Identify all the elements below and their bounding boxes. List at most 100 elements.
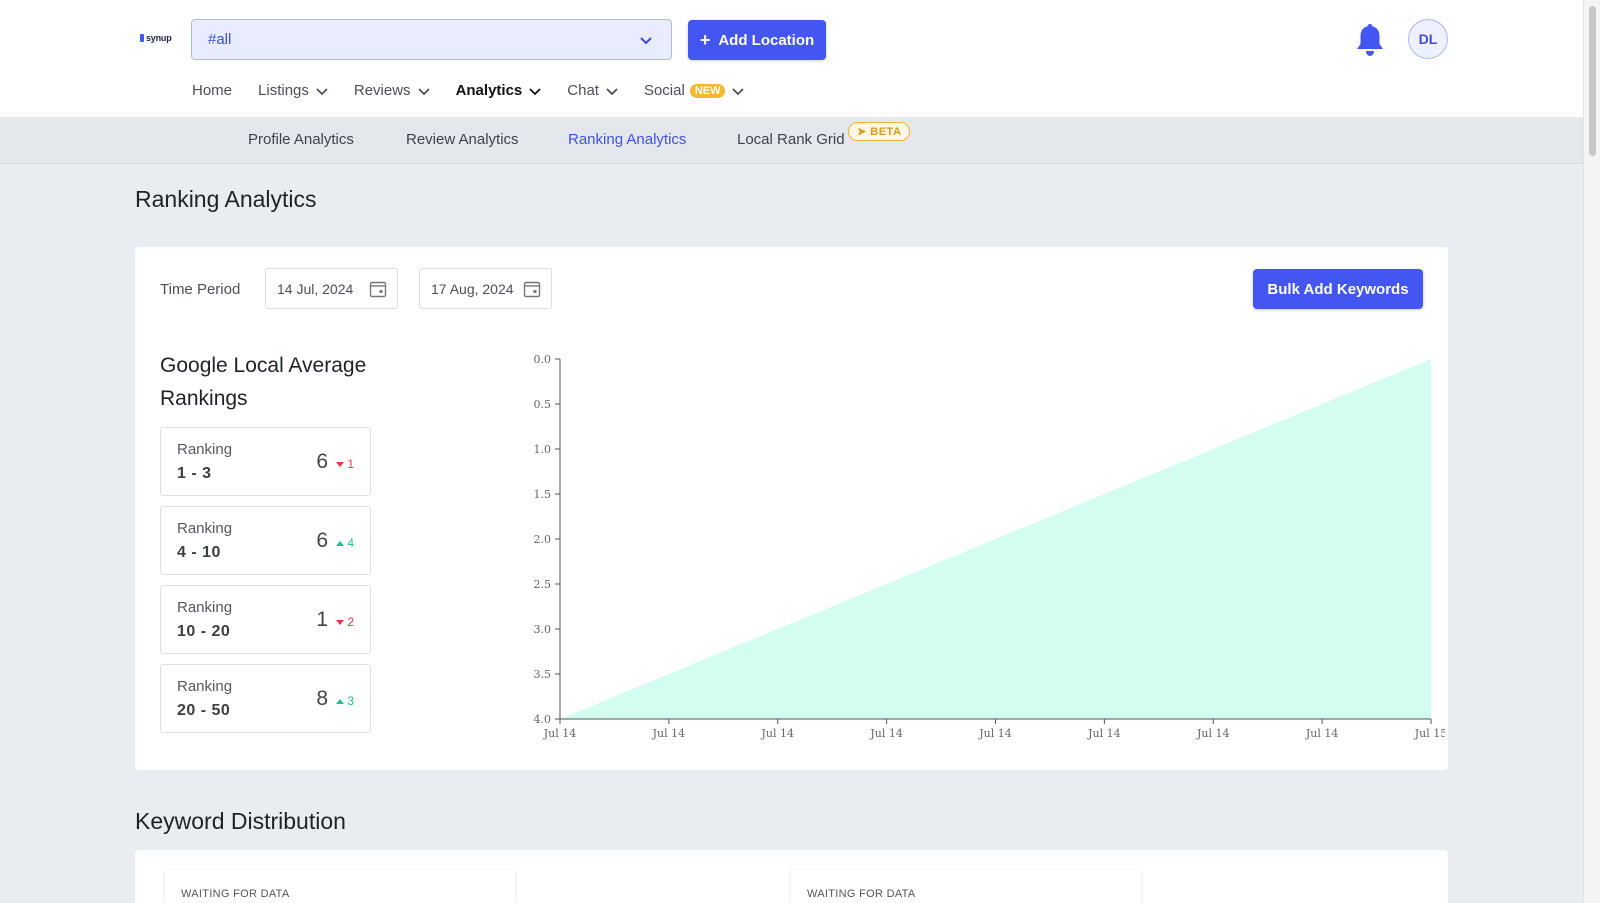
y-tick-label: 2.0 [534,533,552,546]
add-location-button[interactable]: + Add Location [688,20,826,60]
x-tick-label: Jul 14 [1087,727,1121,740]
start-date-value: 14 Jul, 2024 [277,281,354,297]
ranking-box-10-20: Ranking 10 - 20 1 2 [160,585,371,654]
new-badge: NEW [689,83,726,98]
nav-item-analytics[interactable]: Analytics [456,82,542,99]
ranking-box-1-3: Ranking 1 - 3 6 1 [160,427,371,496]
logo-text: synup [146,33,172,43]
nav-label: Home [192,82,233,99]
ranking-label: Ranking [177,678,233,695]
nav-item-social[interactable]: Social NEW [644,82,745,99]
y-tick-label: 0.5 [534,398,552,411]
chevron-down-icon [529,87,541,95]
x-tick-label: Jul 14 [1196,727,1230,740]
ranking-range: 10 - 20 [177,623,231,640]
ranking-range: 20 - 50 [177,702,231,719]
end-date-value: 17 Aug, 2024 [431,281,514,297]
x-tick-label: Jul 14 [760,727,794,740]
page-scrollbar[interactable] [1583,0,1600,903]
ranking-count: 8 [316,687,328,710]
main-nav: Home Listings Reviews Analytics Chat Soc… [192,82,770,99]
x-tick-label: Jul 14 [978,727,1012,740]
y-tick-label: 1.5 [534,488,552,501]
nav-label: Analytics [455,82,523,99]
ranking-delta: 3 [336,694,354,708]
arrow-up-icon [336,698,345,704]
y-tick-label: 4.0 [534,713,552,726]
scrollbar-thumb[interactable] [1589,6,1596,156]
arrow-down-icon [336,619,345,625]
x-tick-label: Jul 15 [1414,727,1445,740]
ranking-count: 6 [316,529,328,552]
arrow-down-icon [336,461,345,467]
page-title: Ranking Analytics [135,186,317,212]
analytics-sub-nav: Profile Analytics Review Analytics Ranki… [0,117,1583,164]
plus-icon: + [699,30,711,50]
x-tick-label: Jul 14 [652,727,686,740]
chevron-down-icon [417,87,430,95]
keyword-distribution-title: Keyword Distribution [135,808,346,834]
notification-bell-icon[interactable] [1355,22,1385,58]
keyword-distribution-card: WAITING FOR DATA WAITING FOR DATA [135,850,1448,903]
ranking-box-4-10: Ranking 4 - 10 6 4 [160,506,371,575]
chevron-down-icon [316,87,328,95]
y-tick-label: 3.5 [534,668,552,681]
chevron-down-icon [606,87,618,95]
waiting-label: WAITING FOR DATA [181,888,290,900]
ranking-count: 6 [316,450,328,473]
tab-profile-analytics[interactable]: Profile Analytics [248,131,354,148]
nav-item-chat[interactable]: Chat [567,82,618,99]
y-tick-label: 0.0 [534,353,552,366]
end-date-input[interactable]: 17 Aug, 2024 [419,268,552,309]
rocket-icon: ➤ [857,126,867,138]
ranking-count: 1 [316,608,328,631]
calendar-icon [523,281,541,298]
area-series [560,359,1431,719]
bulk-add-keywords-button[interactable]: Bulk Add Keywords [1253,269,1423,309]
average-rankings-chart: 0.00.51.01.52.02.53.03.54.0Jul 14 Jul 14 J… [534,353,1446,740]
arrow-up-icon [336,540,345,546]
top-bar: synup #all + Add Location DL Home Listin… [0,0,1583,117]
waiting-label: WAITING FOR DATA [807,888,916,900]
location-select-value: #all [208,31,232,48]
user-avatar[interactable]: DL [1408,19,1448,59]
nav-label: Social [643,82,685,99]
y-tick-label: 1.0 [534,443,552,456]
y-tick-label: 3.0 [534,623,552,636]
nav-label: Reviews [353,82,411,99]
synup-logo[interactable]: synup [140,33,172,43]
delta-value: 1 [347,457,354,471]
time-period-label: Time Period [160,281,241,298]
chevron-down-icon [732,87,745,95]
chevron-down-icon [640,37,652,45]
tab-ranking-analytics[interactable]: Ranking Analytics [568,131,686,148]
beta-badge: ➤ BETA [848,122,911,141]
ranking-label: Ranking [177,520,233,537]
location-select[interactable]: #all [191,19,672,60]
ranking-card: Time Period 14 Jul, 2024 17 Aug, 2024 Bu… [135,247,1448,770]
nav-label: Chat [567,82,599,99]
ranking-label: Ranking [177,599,233,616]
waiting-panel: WAITING FOR DATA [791,870,1141,903]
ranking-delta: 4 [336,536,354,550]
tab-local-rank-grid[interactable]: Local Rank Grid [737,131,845,148]
nav-item-listings[interactable]: Listings [258,82,328,99]
calendar-icon [369,281,387,298]
delta-value: 3 [347,694,354,708]
avg-rankings-title: Google Local Average Rankings [160,354,367,410]
delta-value: 2 [347,615,354,629]
tab-review-analytics[interactable]: Review Analytics [406,131,519,148]
ranking-delta: 2 [336,615,354,629]
start-date-input[interactable]: 14 Jul, 2024 [265,268,398,309]
nav-item-home[interactable]: Home [192,82,232,99]
nav-label: Listings [258,82,309,99]
x-tick-label: Jul 14 [543,727,577,740]
add-location-label: Add Location [718,31,815,49]
ranking-range: 1 - 3 [177,465,212,482]
nav-item-reviews[interactable]: Reviews [354,82,430,99]
y-tick-label: 2.5 [534,578,552,591]
delta-value: 4 [347,536,354,550]
waiting-panel: WAITING FOR DATA [165,870,515,903]
ranking-box-20-50: Ranking 20 - 50 8 3 [160,664,371,733]
beta-label: BETA [870,126,902,138]
